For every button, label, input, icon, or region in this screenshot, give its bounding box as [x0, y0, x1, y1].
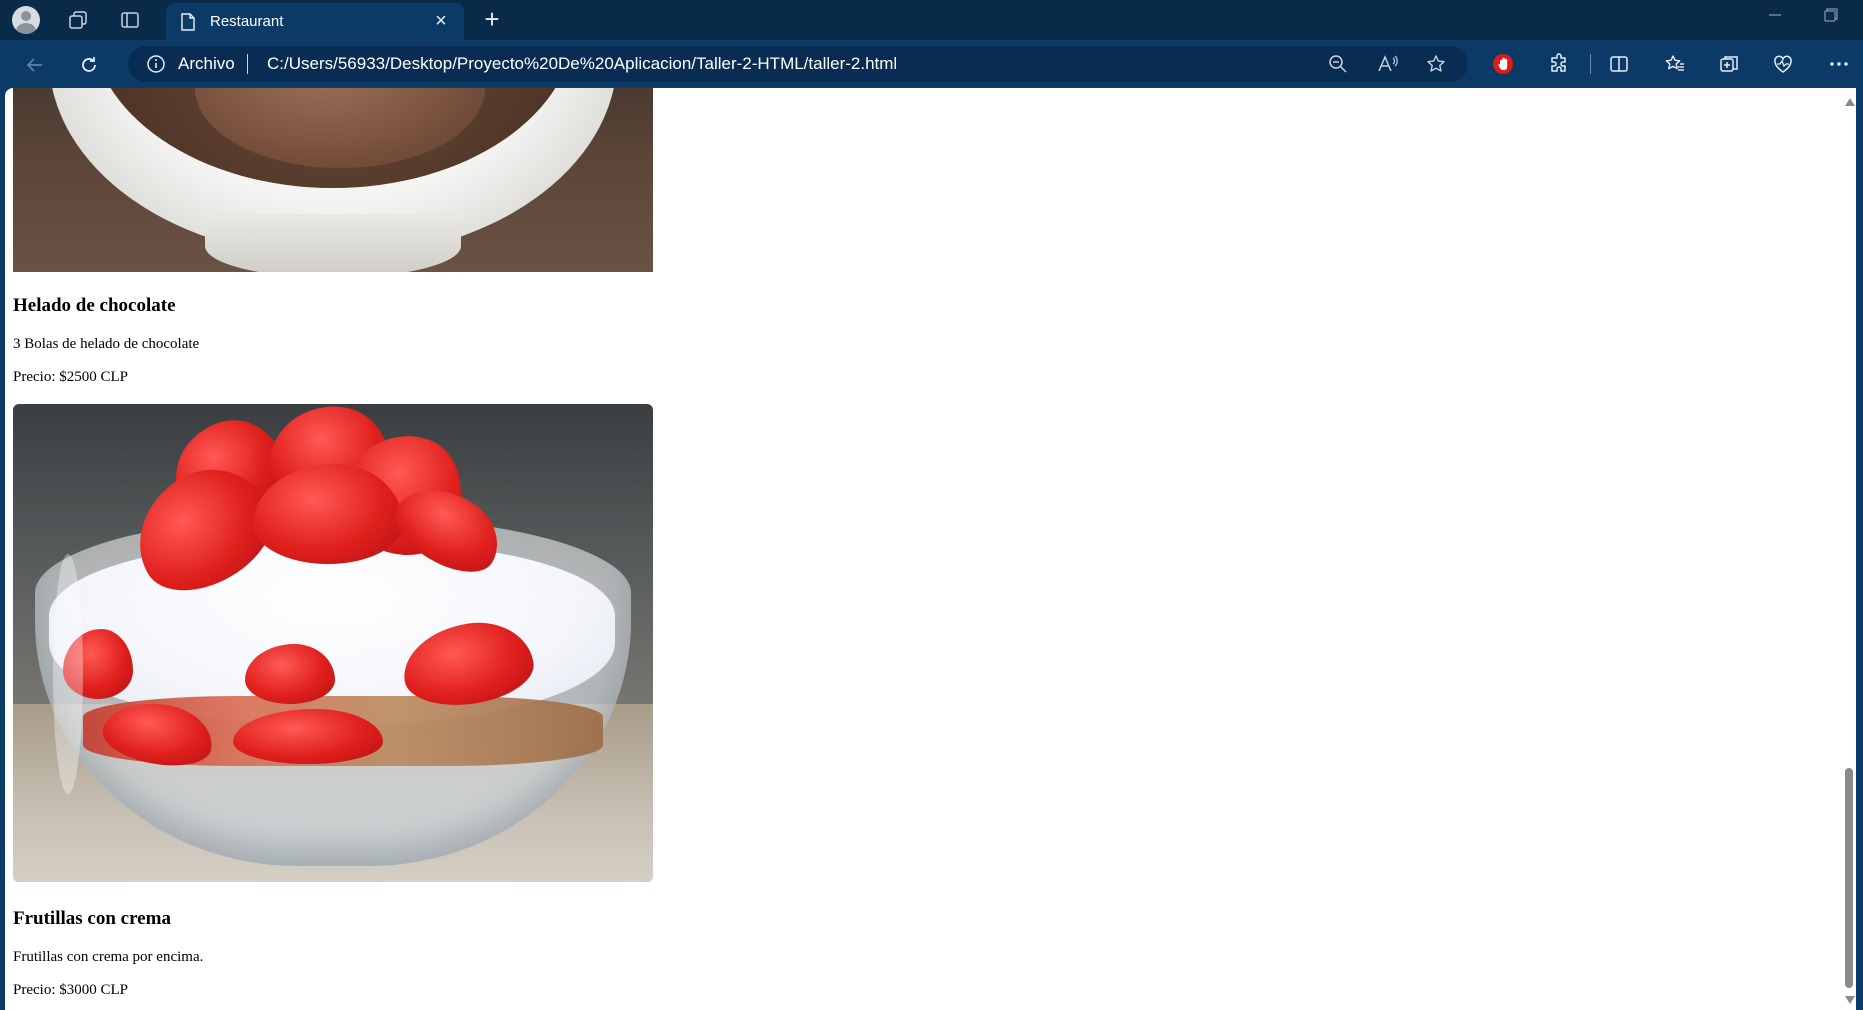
info-icon[interactable]: [146, 54, 166, 79]
split-screen-icon[interactable]: [1604, 49, 1634, 79]
address-bar[interactable]: Archivo C:/Users/56933/Desktop/Proyecto%…: [128, 46, 1468, 82]
add-favorite-icon[interactable]: [1424, 52, 1448, 76]
profile-avatar[interactable]: [12, 6, 40, 34]
page-viewport: Helado de chocolate 3 Bolas de helado de…: [5, 88, 1856, 1010]
restore-icon[interactable]: [1824, 8, 1838, 27]
read-aloud-icon[interactable]: [1376, 52, 1400, 76]
page-icon: [180, 13, 196, 36]
tab-restaurant[interactable]: Restaurant ×: [166, 3, 464, 40]
reload-icon[interactable]: [74, 50, 104, 80]
scroll-down-arrow[interactable]: [1845, 996, 1855, 1004]
favorites-icon[interactable]: [1660, 49, 1690, 79]
chocolate-ice-cream-image: [13, 88, 653, 272]
minimize-icon[interactable]: [1768, 8, 1782, 27]
toolbar-separator: [1590, 54, 1591, 74]
tab-strip: Restaurant × +: [0, 0, 1863, 40]
browser-essentials-icon[interactable]: [1768, 49, 1798, 79]
item-title: Helado de chocolate: [13, 295, 176, 316]
item-description: 3 Bolas de helado de chocolate: [13, 336, 200, 352]
tab-title: Restaurant: [210, 13, 284, 30]
zoom-out-icon[interactable]: [1326, 52, 1350, 76]
new-tab-icon[interactable]: +: [478, 6, 506, 34]
item-title: Frutillas con crema: [13, 908, 171, 929]
more-options-icon[interactable]: [1824, 49, 1854, 79]
url-text[interactable]: C:/Users/56933/Desktop/Proyecto%20De%20A…: [267, 54, 897, 74]
vertical-tabs-icon[interactable]: [116, 6, 144, 34]
item-description: Frutillas con crema por encima.: [13, 949, 204, 965]
extensions-icon[interactable]: [1544, 49, 1574, 79]
vertical-scrollbar[interactable]: [1842, 88, 1856, 1010]
site-info-label[interactable]: Archivo: [178, 54, 235, 74]
collections-icon[interactable]: [1714, 49, 1744, 79]
address-separator: [247, 54, 248, 74]
item-price: Precio: $2500 CLP: [13, 369, 128, 385]
workspaces-icon[interactable]: [64, 6, 92, 34]
close-tab-icon[interactable]: ×: [430, 10, 452, 32]
scrollbar-thumb[interactable]: [1845, 768, 1853, 988]
scroll-up-arrow[interactable]: [1845, 98, 1855, 106]
adblock-extension-icon[interactable]: [1488, 49, 1518, 79]
back-icon[interactable]: [20, 50, 50, 80]
strawberries-cream-image: [13, 404, 653, 882]
navigation-toolbar: Archivo C:/Users/56933/Desktop/Proyecto%…: [0, 40, 1863, 88]
item-price: Precio: $3000 CLP: [13, 982, 128, 998]
